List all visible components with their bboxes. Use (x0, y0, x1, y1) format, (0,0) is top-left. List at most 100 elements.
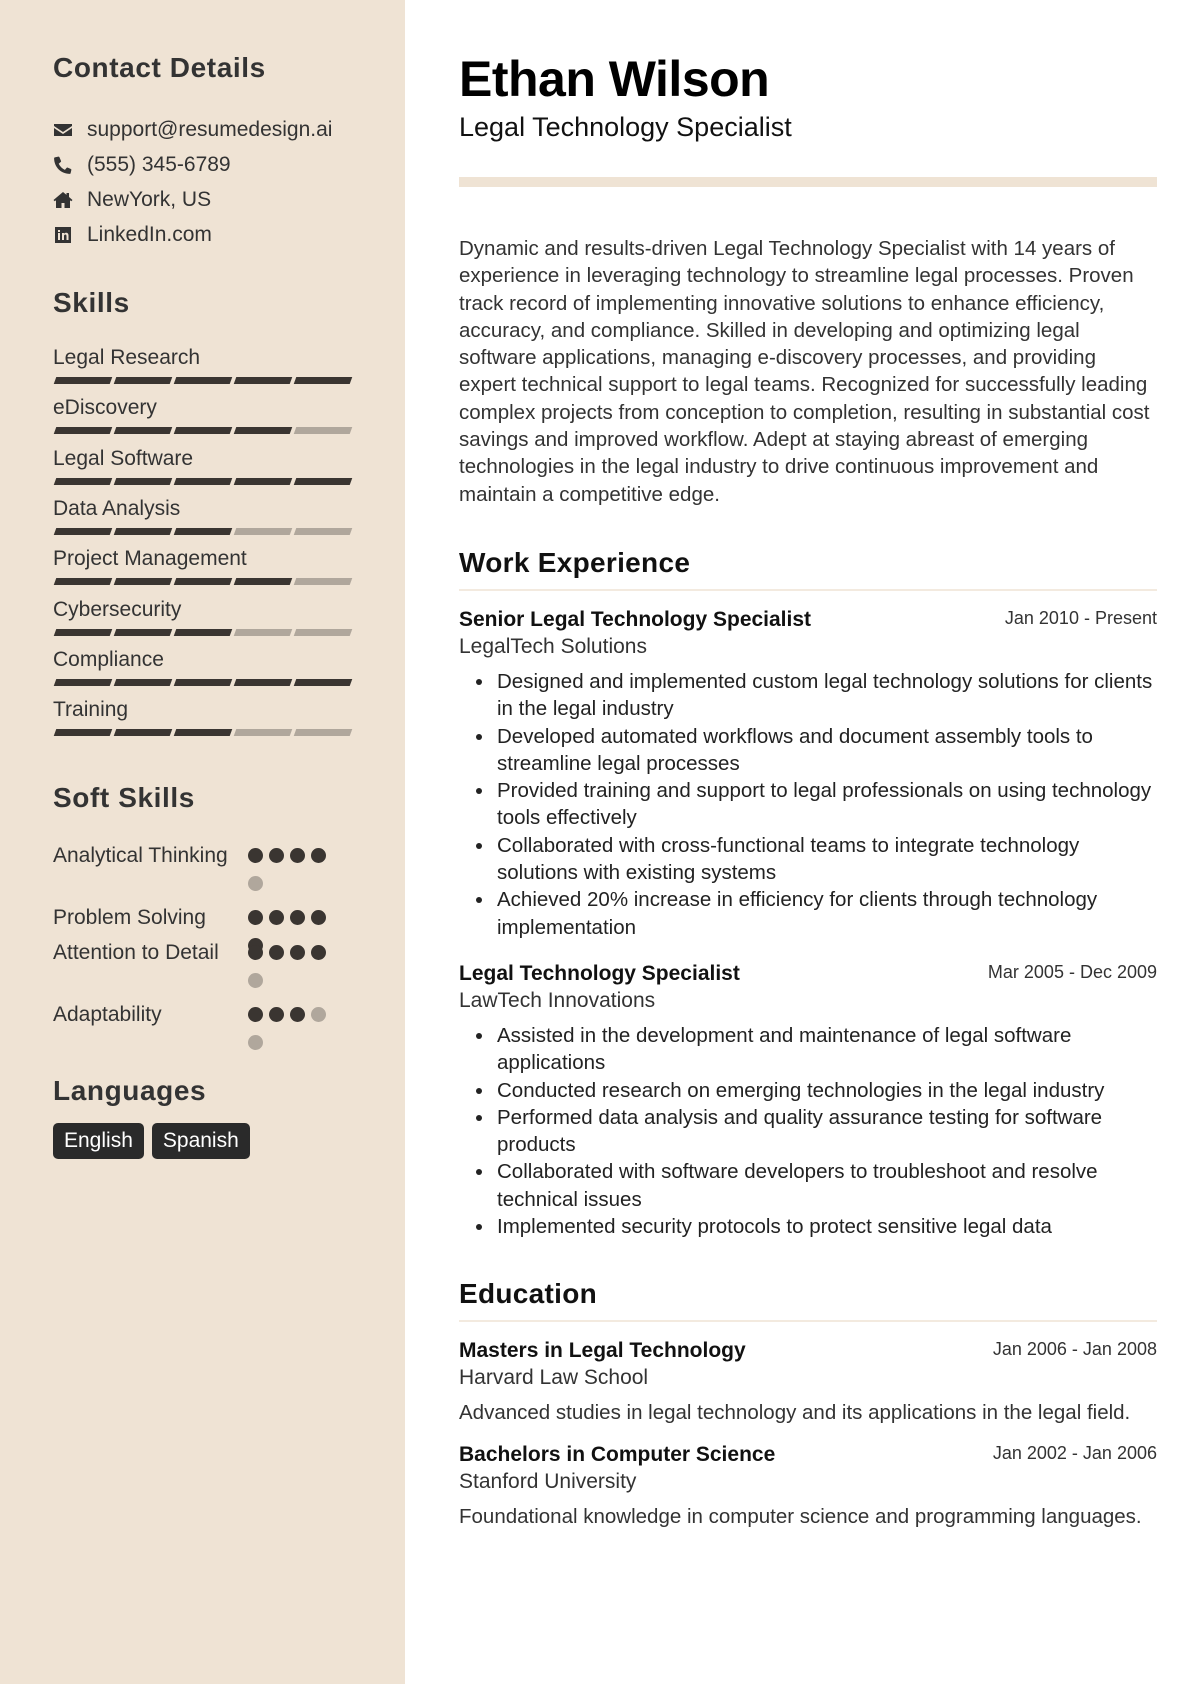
contact-location: NewYork, US (53, 185, 211, 215)
skill-segment-filled (173, 578, 233, 586)
rating-dot-filled (248, 1007, 263, 1022)
sidebar: Contact Details support@resumedesign.ai … (0, 0, 405, 1684)
skill-segment-filled (113, 477, 173, 485)
candidate-title: Legal Technology Specialist (459, 112, 792, 142)
school-name: Stanford University (459, 1470, 637, 1493)
languages-list: English Spanish (53, 1123, 250, 1159)
job-entry: Legal Technology Specialist Mar 2005 - D… (459, 960, 1157, 1240)
skill-segment-filled (113, 427, 173, 435)
school-name: Harvard Law School (459, 1366, 649, 1389)
home-icon (53, 190, 73, 210)
skill-segment-filled (293, 678, 353, 686)
skill-segment-filled (53, 729, 113, 737)
job-bullet: Conducted research on emerging technolog… (459, 1077, 1157, 1104)
skill-segment-filled (113, 527, 173, 535)
skill-segment-filled (233, 427, 293, 435)
job-bullet: Provided training and support to legal p… (459, 777, 1157, 832)
job-company: LegalTech Solutions (459, 635, 647, 658)
skills-heading: Skills (53, 287, 130, 318)
skill-item: Project Management (53, 546, 353, 596)
skill-label: Compliance (53, 647, 164, 671)
job-company: LawTech Innovations (459, 989, 656, 1012)
contact-phone-text: (555) 345-6789 (87, 153, 231, 176)
rating-dot-empty (311, 1007, 326, 1022)
skill-segment-empty (293, 427, 353, 435)
job-bullet: Achieved 20% increase in efficiency for … (459, 886, 1157, 941)
rating-dot-filled (269, 1007, 284, 1022)
education-dates: Jan 2002 - Jan 2006 (992, 1443, 1157, 1463)
rating-dot-empty (248, 876, 263, 891)
skill-segment-filled (293, 377, 353, 384)
skill-label: eDiscovery (53, 396, 157, 420)
soft-skill-label: Analytical Thinking (53, 844, 228, 867)
contact-email[interactable]: support@resumedesign.ai (53, 115, 332, 145)
rating-dot-filled (269, 910, 284, 925)
skill-level-bar (53, 527, 353, 535)
job-bullet: Collaborated with cross-functional teams… (459, 832, 1157, 887)
skill-item: Data Analysis (53, 496, 353, 546)
soft-skill-rating (248, 945, 338, 988)
soft-skill-rating (248, 848, 338, 891)
rating-dot-filled (311, 945, 326, 960)
skill-segment-filled (113, 678, 173, 686)
skill-level-bar (53, 477, 353, 485)
rating-dot-filled (290, 1007, 305, 1022)
contact-heading: Contact Details (53, 52, 266, 83)
job-dates: Mar 2005 - Dec 2009 (987, 962, 1157, 982)
skill-item: Legal Research (53, 345, 353, 395)
skill-segment-filled (113, 377, 173, 384)
skill-item: eDiscovery (53, 395, 353, 445)
contact-phone[interactable]: (555) 345-6789 (53, 150, 231, 180)
skill-segment-filled (173, 377, 233, 384)
skill-level-bar (53, 427, 353, 435)
contact-linkedin[interactable]: LinkedIn.com (53, 220, 212, 250)
education-description: Foundational knowledge in computer scien… (459, 1505, 1142, 1528)
envelope-icon (53, 120, 73, 140)
skill-segment-filled (113, 729, 173, 737)
rating-dot-filled (269, 945, 284, 960)
work-experience-heading: Work Experience (459, 547, 691, 578)
contact-linkedin-text: LinkedIn.com (87, 223, 212, 246)
skill-segment-filled (233, 578, 293, 586)
candidate-name: Ethan Wilson (459, 51, 770, 107)
skill-item: Training (53, 697, 353, 747)
skill-segment-empty (293, 578, 353, 586)
skill-label: Cybersecurity (53, 597, 182, 621)
job-bullet: Assisted in the development and maintena… (459, 1022, 1157, 1077)
skill-segment-filled (173, 427, 233, 435)
skill-segment-filled (53, 477, 113, 485)
skill-label: Project Management (53, 547, 247, 571)
rating-dot-filled (311, 910, 326, 925)
contact-location-text: NewYork, US (87, 188, 212, 211)
rating-dot-empty (248, 1035, 263, 1050)
skill-segment-filled (233, 377, 293, 384)
skill-segment-filled (173, 477, 233, 485)
rating-dot-filled (248, 945, 263, 960)
skill-segment-empty (233, 628, 293, 636)
skill-segment-filled (173, 527, 233, 535)
soft-skill-label: Adaptability (53, 1003, 162, 1026)
skill-segment-filled (53, 377, 113, 384)
skill-segment-filled (53, 628, 113, 636)
phone-icon (53, 155, 73, 175)
skill-segment-filled (53, 427, 113, 435)
skill-level-bar (53, 678, 353, 686)
skill-segment-filled (173, 678, 233, 686)
work-experience-rule (459, 589, 1157, 591)
education-heading: Education (459, 1278, 598, 1309)
job-bullet: Developed automated workflows and docume… (459, 723, 1157, 778)
language-badge: Spanish (151, 1123, 250, 1159)
languages-heading: Languages (53, 1075, 207, 1106)
job-bullet: Collaborated with software developers to… (459, 1158, 1157, 1213)
job-bullets: Assisted in the development and maintena… (459, 1022, 1157, 1240)
education-entry: Masters in Legal Technology Jan 2006 - J… (459, 1337, 1157, 1426)
skill-level-bar (53, 578, 353, 586)
job-dates: Jan 2010 - Present (1004, 608, 1157, 628)
skill-segment-filled (113, 578, 173, 586)
rating-dot-filled (290, 848, 305, 863)
linkedin-icon (53, 225, 73, 245)
skill-segment-filled (53, 527, 113, 535)
skill-label: Legal Software (53, 446, 194, 470)
skill-label: Data Analysis (53, 496, 181, 520)
skill-segment-filled (233, 678, 293, 686)
